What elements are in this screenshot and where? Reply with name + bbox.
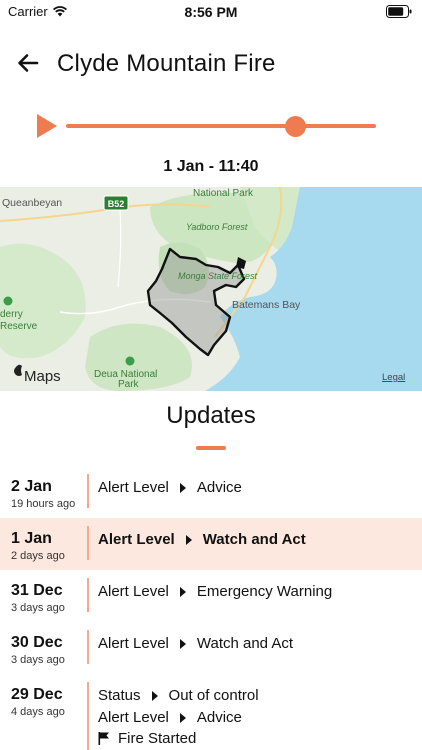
- update-value: Watch and Act: [196, 635, 294, 652]
- update-relative-time: 3 days ago: [11, 602, 65, 614]
- maps-brand: Maps: [24, 368, 61, 385]
- update-field: Status: [98, 687, 141, 704]
- row-divider: [87, 682, 89, 750]
- update-date: 29 Dec: [11, 686, 63, 703]
- update-line: Alert Level Emergency Warning: [98, 583, 332, 600]
- arrow-right-icon: [179, 638, 186, 649]
- update-date: 31 Dec: [11, 582, 63, 599]
- update-row[interactable]: 2 Jan 19 hours ago Alert Level Advice: [0, 466, 422, 518]
- map-legal-link[interactable]: Legal: [382, 372, 405, 383]
- arrow-right-icon: [179, 712, 186, 723]
- row-divider: [87, 578, 89, 612]
- arrow-right-icon: [179, 482, 186, 493]
- update-field: Alert Level: [98, 531, 175, 548]
- back-button[interactable]: [14, 50, 44, 76]
- update-line: Status Out of control: [98, 687, 259, 704]
- arrow-right-icon: [185, 534, 192, 545]
- update-value: Emergency Warning: [196, 583, 333, 600]
- update-relative-time: 2 days ago: [11, 550, 65, 562]
- fire-map[interactable]: Queanbeyan B52 National Park Yadboro For…: [0, 187, 422, 391]
- row-divider: [87, 630, 89, 664]
- update-value: Out of control: [168, 687, 259, 704]
- update-value: Advice: [196, 709, 242, 726]
- play-icon: [37, 114, 57, 138]
- map-label-batemans-bay: Batemans Bay: [232, 299, 301, 311]
- timeline-timestamp: 1 Jan - 11:40: [163, 158, 259, 175]
- status-time: 8:56 PM: [184, 4, 238, 20]
- update-date: 30 Dec: [11, 634, 63, 651]
- update-relative-time: 19 hours ago: [11, 498, 76, 510]
- update-row[interactable]: 31 Dec 3 days ago Alert Level Emergency …: [0, 570, 422, 622]
- map-label-derry: derry: [0, 309, 23, 320]
- update-line: Alert Level Advice: [98, 479, 242, 496]
- map-label-reserve: Reserve: [0, 321, 38, 332]
- map-route-marker: B52: [108, 199, 125, 209]
- arrow-right-icon: [179, 586, 186, 597]
- park-pin-icon: [3, 296, 13, 306]
- flag-icon: [98, 732, 109, 745]
- update-line: Alert Level Watch and Act: [98, 635, 293, 652]
- page-title: Clyde Mountain Fire: [57, 50, 276, 77]
- update-date: 1 Jan: [11, 530, 52, 547]
- map-label-park: Park: [118, 379, 140, 390]
- update-row[interactable]: 29 Dec 4 days ago Status Out of control …: [0, 674, 422, 750]
- update-field: Alert Level: [98, 635, 169, 652]
- update-field: Alert Level: [98, 583, 169, 600]
- update-line: Alert Level Advice: [98, 709, 242, 726]
- battery-icon: [386, 5, 412, 18]
- timeline-thumb[interactable]: [284, 116, 306, 137]
- map-label-queanbeyan: Queanbeyan: [2, 197, 62, 209]
- update-field: Alert Level: [98, 709, 169, 726]
- update-value: Watch and Act: [202, 531, 306, 548]
- update-value: Advice: [196, 479, 242, 496]
- update-event-line: Fire Started: [98, 730, 196, 747]
- update-row[interactable]: 30 Dec 3 days ago Alert Level Watch and …: [0, 622, 422, 674]
- update-date: 2 Jan: [11, 478, 52, 495]
- row-divider: [87, 526, 89, 560]
- updates-heading: Updates: [166, 402, 256, 429]
- map-label-state-forest: Monga State Forest: [178, 271, 258, 281]
- updates-underline: [196, 446, 226, 450]
- timeline-slider[interactable]: [66, 124, 376, 128]
- update-relative-time: 3 days ago: [11, 654, 65, 666]
- row-divider: [87, 474, 89, 508]
- status-bar: Carrier 8:56 PM: [0, 0, 422, 24]
- update-relative-time: 4 days ago: [11, 706, 65, 718]
- update-row-selected[interactable]: 1 Jan 2 days ago Alert Level Watch and A…: [0, 518, 422, 570]
- park-pin-icon: [125, 356, 135, 366]
- map-label-yadboro: Yadboro Forest: [186, 222, 248, 232]
- arrow-right-icon: [151, 690, 158, 701]
- update-field: Alert Level: [98, 479, 169, 496]
- play-button[interactable]: [36, 113, 58, 139]
- update-line: Alert Level Watch and Act: [98, 531, 306, 548]
- update-event: Fire Started: [118, 730, 197, 747]
- back-arrow-icon: [18, 54, 39, 72]
- map-label-national-park: National Park: [193, 188, 254, 199]
